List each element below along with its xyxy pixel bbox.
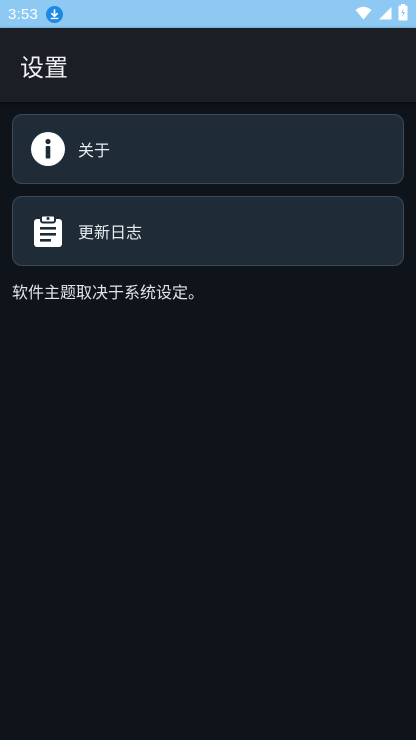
settings-item-label: 更新日志 bbox=[78, 223, 143, 242]
settings-item-label: 关于 bbox=[78, 141, 111, 160]
status-icons bbox=[355, 3, 408, 25]
status-time: 3:53 bbox=[8, 5, 38, 23]
settings-item-about[interactable]: 关于 bbox=[12, 114, 404, 184]
page-title: 设置 bbox=[20, 53, 68, 82]
download-icon bbox=[46, 5, 63, 23]
status-bar: 3:53 bbox=[0, 0, 416, 28]
settings-list: 关于 更新日志 bbox=[12, 114, 404, 278]
settings-item-changelog[interactable]: 更新日志 bbox=[12, 196, 404, 266]
signal-icon bbox=[378, 5, 392, 24]
wifi-icon bbox=[355, 5, 372, 24]
theme-note: 软件主题取决于系统设定。 bbox=[12, 283, 205, 302]
clipboard-icon bbox=[31, 214, 65, 248]
app-bar: 设置 bbox=[0, 28, 416, 102]
battery-icon bbox=[398, 3, 408, 25]
info-icon bbox=[31, 132, 65, 166]
